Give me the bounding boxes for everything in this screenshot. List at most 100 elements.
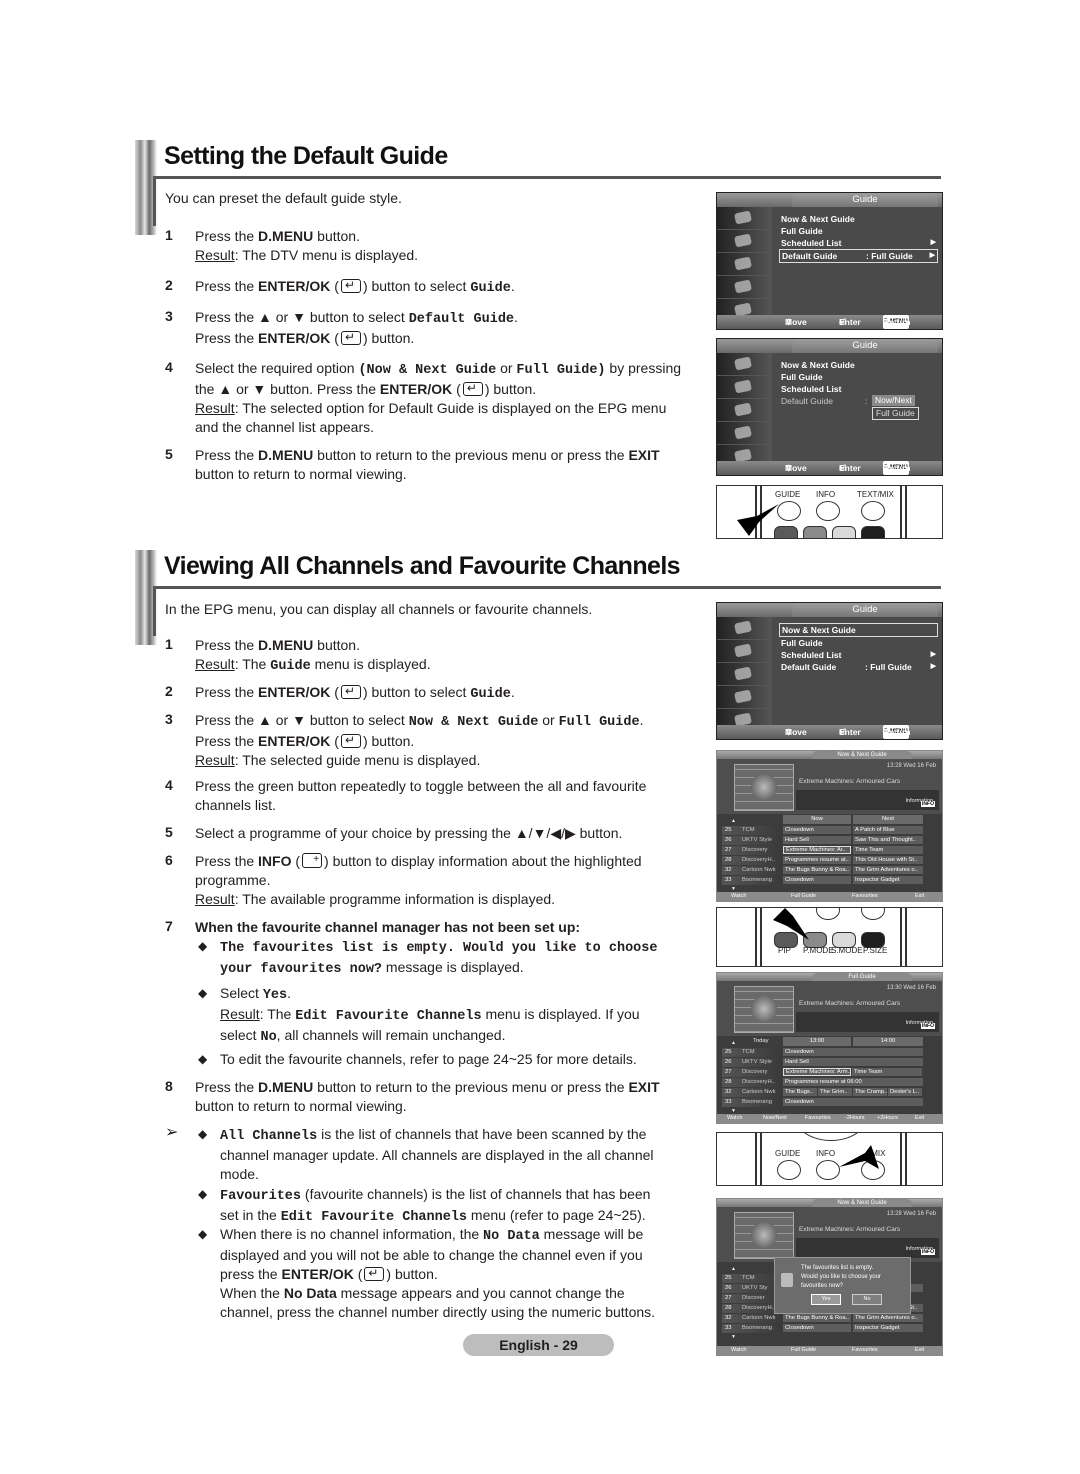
osd-item-now-next[interactable]: Now & Next Guide [779,213,938,225]
channel-name: Boomerang [742,877,772,883]
epg-channel-row[interactable]: 33 Boomerang Closedown Inspector Gadget [717,876,942,885]
pointer-arrow-icon [773,908,809,940]
note-all-channels: All Channels is the list of channels tha… [220,1126,654,1182]
programme-slot[interactable]: The Cramp.. [853,1088,887,1096]
enter-icon [340,731,361,750]
textmix-button[interactable] [861,501,885,521]
step-number: 2 [165,683,173,699]
programme-now[interactable]: Programmes resume at.. [783,856,851,864]
channel-label: 26 UKTV Sty [722,1284,782,1293]
enter-icon [462,379,483,398]
info-icon [302,850,323,869]
bullet-diamond-icon: ◆ [198,1052,208,1066]
osd-item-now-next[interactable]: Now & Next Guide [779,359,938,371]
channel-label: 25 TCM [722,826,782,835]
green-button[interactable] [803,526,827,538]
programme-slot[interactable]: Closedown [783,1048,923,1056]
epg-channel-row[interactable]: 25 TCM Closedown [717,1048,942,1057]
osd-sidebar-icons [717,207,772,322]
step-6: Press the INFO () button to display info… [195,850,642,909]
epg-channel-row[interactable]: 25 TCM Closedown A Patch of Blue [717,826,942,835]
bullet-diamond-icon: ◆ [198,1227,208,1241]
osd-item-default-guide[interactable]: Default Guide: Full Guide ▶ [779,661,938,673]
col-today: Today [753,1038,769,1044]
epg-title: Now & Next Guide [812,1199,912,1207]
osd-item-full-guide[interactable]: Full Guide [779,371,938,383]
osd-item-scheduled-list[interactable]: Scheduled List ▶ [779,237,938,249]
pip-label: PIP [778,946,791,955]
channel-name: Discovery [742,847,768,853]
yes-button[interactable]: Yes [811,1294,841,1305]
osd-item-scheduled-list[interactable]: Scheduled List ▶ [779,649,938,661]
osd-item-full-guide[interactable]: Full Guide [779,637,938,649]
programme-next[interactable]: The Grim Adventures o.. [853,1314,923,1322]
programme-next[interactable]: The Grim Adventures o.. [853,866,923,874]
channel-name: Boomerang [742,1099,772,1105]
page-number: English - 29 [463,1334,614,1356]
programme-slot[interactable]: Programmes resume at 06:00 [783,1078,923,1086]
step-7-heading: When the favourite channel manager has n… [195,919,581,935]
scroll-up-icon[interactable]: ▲ [731,818,736,824]
osd-item-scheduled-list[interactable]: Scheduled List [779,383,938,395]
programme-slot[interactable]: Extreme Machines: Arm.. [783,1068,851,1076]
epg-channel-row[interactable]: 28 DiscoveryH.. Programmes resume at..This… [717,856,942,865]
step-number: 5 [165,446,173,462]
programme-now[interactable]: Closedown [783,1324,851,1332]
epg-channel-row[interactable]: 27 Discovery Extreme Machines: Arm.. Time T… [717,1068,942,1077]
epg-channel-row[interactable]: 28 DiscoveryH.. Programmes resume at 06:00 [717,1078,942,1087]
osd-item-default-guide[interactable]: Default Guide: Full Guide ▶ [779,249,938,263]
epg-clock: 13:30 Wed 16 Feb [886,985,936,991]
osd-item-full-guide[interactable]: Full Guide [779,225,938,237]
section-rule [153,176,941,179]
programme-slot[interactable]: The Bugs.. [783,1088,817,1096]
programme-slot[interactable]: Closedown [783,1098,923,1106]
epg-channel-row[interactable]: 32 Cartoon Nwk The Bugs Bunny & Roa.. The G… [717,866,942,875]
scroll-up-icon[interactable]: ▲ [731,1040,736,1046]
epg-programme-title: Extreme Machines: Armoured Cars [799,1000,901,1007]
step-number: 6 [165,852,173,868]
programme-next[interactable]: This Old House with St.. [853,856,923,864]
programme-next[interactable]: Inspector Gadget [853,1324,923,1332]
programme-slot[interactable]: Time Team [852,1068,922,1076]
epg-channel-row[interactable]: 27 Discovery Extreme Machines: Ar.. Time Te… [717,846,942,855]
programme-next[interactable]: Time Team [853,846,923,854]
epg-channel-row[interactable]: 26 UKTV Style Hard Sell Saw This and Though… [717,836,942,845]
option-now-next[interactable]: Now/Next [872,395,915,406]
smode-label: S.MODE [831,946,863,955]
programme-slot[interactable]: The Grim.. [818,1088,852,1096]
programme-now[interactable]: Closedown [783,876,851,884]
programme-next[interactable]: Inspector Gadget [853,876,923,884]
programme-now[interactable]: The Bugs Bunny & Roa.. [783,866,851,874]
osd-item-now-next[interactable]: Now & Next Guide [779,623,938,637]
programme-next[interactable]: Saw This and Thought.. [853,836,923,844]
channel-number: 33 [725,1325,732,1331]
channel-name: DiscoveryH.. [742,1079,775,1085]
epg-channel-row[interactable]: 32 Cartoon Nwk The Bugs Bunny & Roa.. The G… [717,1314,942,1323]
programme-now[interactable]: Extreme Machines: Ar.. [783,846,851,854]
info-button[interactable] [816,501,840,521]
bullet-7c: To edit the favourite channels, refer to… [220,1051,637,1067]
programme-now[interactable]: Hard Sell [783,836,851,844]
scroll-up-icon[interactable]: ▲ [731,1266,736,1272]
epg-channel-row[interactable]: 26 UKTV Style Hard Sell [717,1058,942,1067]
channel-label: 25 TCM [722,1274,782,1283]
programme-next[interactable]: A Patch of Blue [853,826,923,834]
channel-number: 33 [725,877,732,883]
pointer-arrow-icon [737,504,779,536]
epg-channel-row[interactable]: 33 Boomerang Closedown Inspector Gadget [717,1324,942,1333]
programme-now[interactable]: Closedown [783,826,851,834]
yellow-button[interactable] [832,526,856,538]
no-button[interactable]: No [852,1294,882,1305]
epg-channel-row[interactable]: 33 Boomerang Closedown [717,1098,942,1107]
channel-name: TCM [742,1049,755,1055]
arrow-right-icon: ▶ [930,663,936,670]
scroll-down-icon[interactable]: ▼ [731,1334,736,1340]
programme-now[interactable]: The Bugs Bunny & Roa.. [783,1314,851,1322]
guide-button[interactable] [777,1160,801,1180]
step-number: 3 [165,711,173,727]
programme-slot[interactable]: Hard Sell [783,1058,923,1066]
epg-channel-row[interactable]: 32 Cartoon Nwk The Bugs.. The Grim.. The Cra… [717,1088,942,1097]
option-full-guide[interactable]: Full Guide [872,407,919,420]
blue-button[interactable] [861,526,885,538]
programme-slot[interactable]: Dexter's L.. [888,1088,922,1096]
